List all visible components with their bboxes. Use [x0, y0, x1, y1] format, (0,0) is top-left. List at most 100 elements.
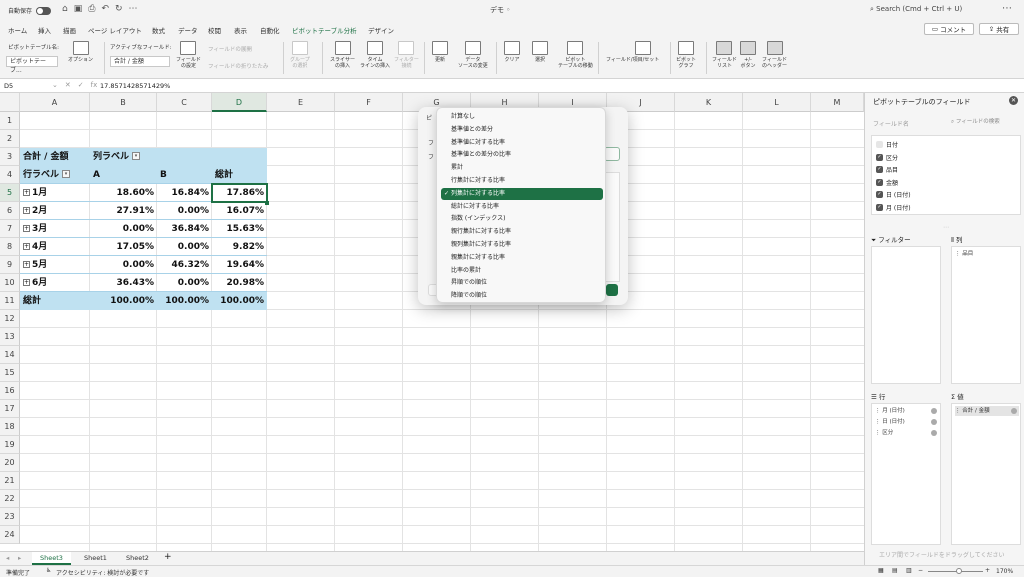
- field-checkbox[interactable]: ✓: [876, 203, 883, 211]
- change-source-button[interactable]: データ ソースの変更: [458, 41, 488, 69]
- tab-review[interactable]: 校閲: [208, 25, 221, 35]
- column-header[interactable]: M: [811, 93, 864, 112]
- menu-item[interactable]: 基準値との差分: [441, 124, 603, 136]
- tab-data[interactable]: データ: [178, 25, 198, 35]
- columns-drop-area[interactable]: ⋮ 品目: [951, 246, 1021, 384]
- pivot-value-cell[interactable]: 17.05%: [90, 238, 157, 256]
- tab-home[interactable]: ホーム: [8, 25, 27, 35]
- formula-input[interactable]: 17.8571428571429%: [100, 82, 170, 90]
- tab-formulas[interactable]: 数式: [152, 25, 165, 35]
- tab-view[interactable]: 表示: [234, 25, 247, 35]
- menu-item[interactable]: 親行集計に対する比率: [441, 226, 603, 238]
- expand-icon[interactable]: +: [23, 243, 30, 250]
- tab-draw[interactable]: 描画: [63, 25, 76, 35]
- pivot-row-label[interactable]: +3月: [20, 220, 90, 238]
- name-box[interactable]: D5: [4, 81, 46, 91]
- row-header[interactable]: 3: [0, 148, 20, 166]
- pivot-col-header-total[interactable]: 総計: [212, 166, 267, 184]
- row-header[interactable]: 15: [0, 364, 20, 382]
- pivot-col-header-b[interactable]: B: [157, 166, 212, 184]
- row-header[interactable]: 17: [0, 400, 20, 418]
- pivot-value-cell[interactable]: 16.07%: [212, 202, 267, 220]
- area-field-chip[interactable]: ⋮ 品目: [955, 249, 973, 259]
- chevron-down-icon[interactable]: ⌄: [52, 81, 58, 89]
- menu-item[interactable]: 昇順での順位: [441, 277, 603, 289]
- pivot-value-cell[interactable]: 0.00%: [90, 220, 157, 238]
- expand-icon[interactable]: +: [23, 189, 30, 196]
- column-header[interactable]: B: [90, 93, 157, 112]
- column-header[interactable]: C: [157, 93, 212, 112]
- area-field-chip[interactable]: ⋮ 合計 / 金額: [955, 406, 1019, 416]
- menu-item[interactable]: 行集計に対する比率: [441, 175, 603, 187]
- scroll-right-icon[interactable]: ▸: [18, 554, 21, 562]
- confirm-icon[interactable]: ✓: [78, 81, 84, 89]
- menu-item[interactable]: 比率の累計: [441, 265, 603, 277]
- pivot-value-header[interactable]: 合計 / 金額: [20, 148, 90, 166]
- rows-drop-area[interactable]: ⋮ 月 (日付) ⋮ 日 (日付) ⋮ 区分: [871, 403, 941, 545]
- move-pivot-button[interactable]: ピボット テーブルの移動: [558, 41, 593, 69]
- menu-item[interactable]: 累計: [441, 162, 603, 174]
- row-header[interactable]: 12: [0, 310, 20, 328]
- column-header[interactable]: L: [743, 93, 811, 112]
- pivot-grand-total-label[interactable]: 総計: [20, 292, 90, 310]
- pivot-value-cell[interactable]: 36.43%: [90, 274, 157, 292]
- pivot-value-cell[interactable]: 36.84%: [157, 220, 212, 238]
- sheet-tab[interactable]: Sheet2: [118, 552, 157, 565]
- field-item[interactable]: ✓ 月 (日付): [876, 203, 911, 212]
- values-drop-area[interactable]: ⋮ 合計 / 金額: [951, 403, 1021, 545]
- column-header[interactable]: F: [335, 93, 403, 112]
- row-header[interactable]: 18: [0, 418, 20, 436]
- info-icon[interactable]: [931, 408, 937, 414]
- fx-icon[interactable]: fx: [91, 81, 98, 89]
- collapse-field-button[interactable]: フィールドの折りたたみ: [208, 62, 268, 70]
- pivot-column-label-header[interactable]: 列ラベル ▾: [90, 148, 170, 166]
- row-header[interactable]: 11: [0, 292, 20, 310]
- field-search-input[interactable]: ⌕ フィールドの検索: [949, 117, 1019, 127]
- filters-drop-area[interactable]: [871, 246, 941, 384]
- field-item[interactable]: ✓ 日 (日付): [876, 190, 911, 199]
- home-icon[interactable]: ⌂: [62, 4, 68, 14]
- column-header[interactable]: K: [675, 93, 743, 112]
- tab-pivot-analyze[interactable]: ピボットテーブル分析: [292, 25, 357, 40]
- info-icon[interactable]: [1011, 408, 1017, 414]
- redo-icon[interactable]: ↻: [115, 4, 123, 14]
- tab-insert[interactable]: 挿入: [38, 25, 51, 35]
- zoom-in-icon[interactable]: +: [985, 567, 990, 574]
- pivot-value-cell[interactable]: 46.32%: [157, 256, 212, 274]
- field-checkbox[interactable]: ✓: [876, 178, 883, 186]
- options-button[interactable]: オプション: [68, 41, 93, 63]
- menu-item[interactable]: 親集計に対する比率: [441, 252, 603, 264]
- field-checkbox[interactable]: ✓: [876, 191, 883, 198]
- normal-view-icon[interactable]: ▦: [878, 567, 884, 574]
- filter-dropdown-icon[interactable]: ▾: [62, 169, 71, 178]
- pivot-value-cell[interactable]: 0.00%: [157, 238, 212, 256]
- row-header[interactable]: 20: [0, 454, 20, 472]
- field-item[interactable]: ✓ 金額: [876, 178, 898, 187]
- expand-field-button[interactable]: フィールドの展開: [208, 45, 252, 53]
- menu-item[interactable]: 基準値に対する比率: [441, 137, 603, 149]
- sheet-tab[interactable]: Sheet3: [32, 552, 71, 565]
- scroll-left-icon[interactable]: ◂: [6, 554, 9, 562]
- column-header[interactable]: E: [267, 93, 335, 112]
- resize-handle[interactable]: ⋯: [943, 224, 949, 231]
- clear-button[interactable]: クリア: [504, 41, 520, 63]
- menu-item[interactable]: 計算なし: [441, 111, 603, 123]
- tab-design[interactable]: デザイン: [368, 25, 394, 35]
- pivot-value-cell[interactable]: 0.00%: [157, 274, 212, 292]
- selected-cell[interactable]: [211, 183, 268, 203]
- pivot-chart-button[interactable]: ピボット グラフ: [676, 41, 696, 69]
- pivot-value-cell[interactable]: 18.60%: [90, 184, 157, 202]
- pivot-value-cell[interactable]: 9.82%: [212, 238, 267, 256]
- filter-dropdown-icon[interactable]: ▾: [132, 151, 141, 160]
- menu-item[interactable]: ✓ 列集計に対する比率: [441, 187, 603, 200]
- row-header[interactable]: 4: [0, 166, 20, 184]
- share-button[interactable]: ⇪ 共有: [979, 23, 1019, 35]
- accessibility-status[interactable]: アクセシビリティ: 検討が必要です: [56, 568, 149, 577]
- menu-item[interactable]: 総計に対する比率: [441, 201, 603, 213]
- more-options-icon[interactable]: ⋯: [1002, 3, 1012, 14]
- field-checkbox[interactable]: ✓: [876, 166, 883, 173]
- cancel-icon[interactable]: ✕: [65, 81, 71, 89]
- pivot-value-cell[interactable]: 16.84%: [157, 184, 212, 202]
- menu-item[interactable]: 基準値との差分の比率: [441, 149, 603, 161]
- pivot-row-label[interactable]: +1月: [20, 184, 90, 202]
